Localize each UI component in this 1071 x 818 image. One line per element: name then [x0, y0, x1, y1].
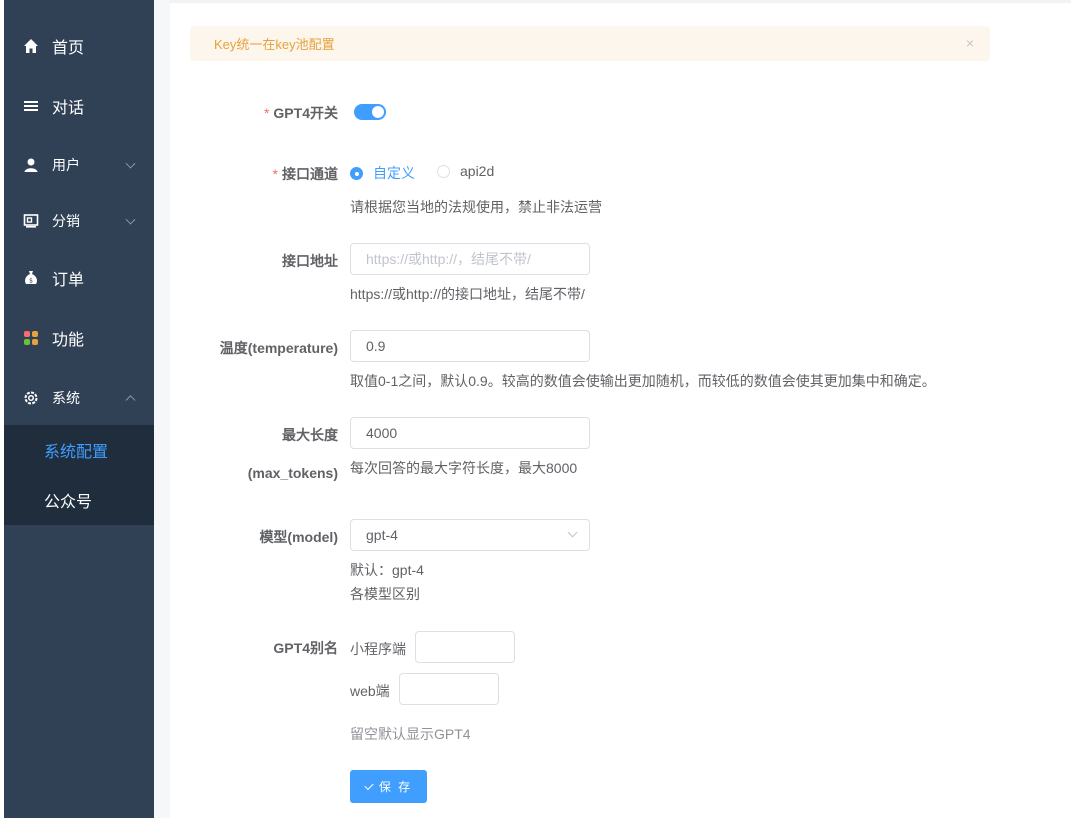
api-url-input[interactable] [350, 243, 590, 275]
max-tokens-label-sub: (max_tokens) [247, 465, 338, 481]
submenu-item-official-account[interactable]: 公众号 [4, 475, 154, 525]
submenu-item-system-config[interactable]: 系统配置 [4, 425, 154, 475]
chevron-up-icon [125, 395, 136, 406]
temperature-input[interactable] [350, 330, 590, 362]
save-button-label: 保 存 [378, 780, 413, 794]
miniprogram-alias-input[interactable] [415, 631, 515, 663]
grid-icon [22, 329, 40, 347]
miniprogram-label: 小程序端 [350, 641, 406, 657]
sidebar-item-label: 分销 [52, 213, 80, 229]
model-select-value[interactable] [350, 519, 590, 551]
alias-label: GPT4别名 [273, 640, 338, 656]
alert-text: Key统一在key池配置 [214, 37, 335, 52]
home-icon [22, 37, 40, 55]
sidebar-item-label: 对话 [52, 100, 85, 117]
sidebar-item-label: 功能 [52, 332, 85, 349]
radio-dot [350, 166, 363, 180]
api-url-hint: https://或http://的接口地址，结尾不带/ [350, 286, 585, 302]
gear-icon [22, 389, 40, 407]
money-bag-icon: $ [22, 269, 40, 287]
save-button[interactable]: 保 存 [350, 770, 427, 803]
chevron-down-icon [125, 214, 136, 225]
radio-label: api2d [460, 163, 495, 179]
sidebar-item-chat[interactable]: 对话 [4, 78, 154, 134]
model-label: 模型(model) [259, 529, 338, 545]
sidebar: 首页 对话 用户 分销 $ 订单 功能 系统 系统配置 公众号 [4, 0, 154, 818]
sidebar-item-system[interactable]: 系统 [4, 370, 154, 426]
distribution-icon [22, 212, 40, 230]
required-mark: * [263, 105, 270, 121]
label-text: GPT4开关 [273, 105, 338, 121]
model-default-hint: 默认：gpt-4 [350, 562, 424, 578]
sidebar-item-orders[interactable]: $ 订单 [4, 250, 154, 306]
label-text: 接口通道 [282, 166, 338, 182]
max-tokens-input[interactable] [350, 417, 590, 449]
api-url-label: 接口地址 [282, 253, 338, 269]
sidebar-item-label: 系统 [52, 390, 80, 406]
sidebar-item-label: 订单 [52, 272, 85, 289]
sidebar-divider [154, 0, 170, 818]
model-diff-link[interactable]: 各模型区别 [350, 584, 420, 604]
warning-alert: Key统一在key池配置 × [190, 26, 990, 61]
check-icon [364, 780, 374, 790]
radio-dot [437, 164, 450, 178]
max-tokens-hint: 每次回答的最大字符长度，最大8000 [350, 460, 578, 476]
radio-label: 自定义 [373, 165, 415, 181]
temperature-hint: 取值0-1之间，默认0.9。较高的数值会使输出更加随机，而较低的数值会使其更加集… [350, 373, 936, 389]
required-mark: * [272, 166, 278, 182]
channel-label: * 接口通道 [273, 164, 338, 184]
sidebar-item-users[interactable]: 用户 [4, 137, 154, 193]
radio-custom[interactable]: 自定义 [350, 163, 415, 183]
max-tokens-label: 最大长度 [282, 427, 338, 443]
web-label: web端 [350, 683, 390, 699]
temperature-label: 温度(temperature) [219, 340, 338, 356]
user-icon [22, 156, 40, 174]
sidebar-item-home[interactable]: 首页 [4, 18, 154, 74]
sidebar-item-features[interactable]: 功能 [4, 310, 154, 366]
sidebar-item-distribution[interactable]: 分销 [4, 193, 154, 249]
gpt4-switch-label: * GPT4开关 [264, 103, 338, 123]
close-icon[interactable]: × [966, 35, 974, 51]
list-icon [22, 97, 40, 115]
system-submenu: 系统配置 公众号 [4, 425, 154, 525]
web-alias-input[interactable] [399, 673, 499, 705]
header-divider [170, 0, 1071, 3]
channel-hint: 请根据您当地的法规使用，禁止非法运营 [350, 199, 602, 215]
gpt4-toggle[interactable] [354, 104, 386, 120]
sidebar-item-label: 首页 [52, 40, 85, 57]
radio-api2d[interactable]: api2d [437, 163, 494, 179]
model-select[interactable] [350, 519, 590, 551]
svg-text:$: $ [29, 278, 33, 285]
alias-hint: 留空默认显示GPT4 [350, 726, 471, 742]
chevron-down-icon [125, 158, 136, 169]
sidebar-item-label: 用户 [52, 157, 80, 173]
